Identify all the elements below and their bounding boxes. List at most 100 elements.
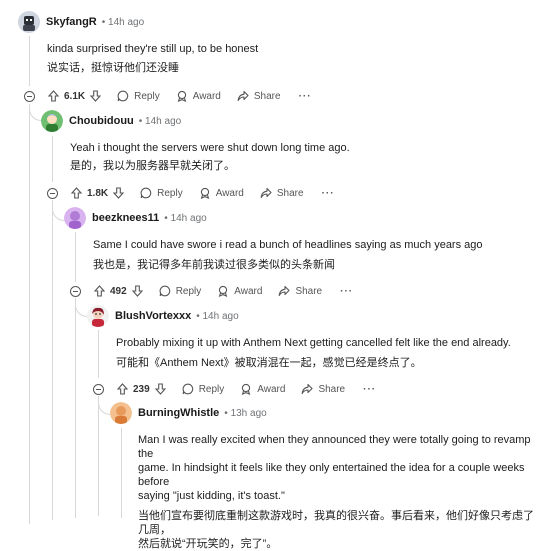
downvote-icon[interactable] [154,383,166,395]
thread-line[interactable] [52,200,53,520]
reply-button[interactable]: Reply [182,383,224,395]
timestamp: • 14h ago [138,115,182,127]
upvote-icon[interactable] [94,285,105,297]
comment-icon [140,187,152,199]
comment-icon [159,285,170,297]
comment-body: Probably mixing it up with Anthem Next g… [116,336,511,370]
comment-header: BlushVortexxx • 14h ago [87,305,239,327]
comment-thread: SkyfangR • 14h ago kinda surprised they'… [0,0,550,550]
username[interactable]: BlushVortexxx [115,310,191,322]
collapse-icon[interactable] [24,90,35,102]
award-icon [242,383,251,395]
upvote-icon[interactable] [48,90,59,102]
share-button[interactable]: Share [301,383,345,395]
comment-text-en: Yeah i thought the servers were shut dow… [70,142,350,154]
downvote-icon[interactable] [90,90,102,102]
comment-text-zh: 我也是，我记得多年前我读过很多类似的头条新闻 [93,259,335,271]
award-button[interactable]: Award [217,285,262,297]
comment-text-zh: 可能和《Anthem Next》被取消混在一起，感觉已经是终点了。 [116,357,422,369]
award-icon [177,90,186,102]
more-options-icon[interactable]: ··· [322,188,335,199]
comment-text-en-line: saying "just kidding, it's toast." [138,490,285,502]
comment-icon [117,90,129,102]
upvote-icon[interactable] [71,187,82,199]
comment-text-zh: 说实话，挺惊讶他们还没睡 [47,62,179,74]
timestamp: • 14h ago [164,212,207,224]
thread-line[interactable] [75,298,76,518]
comment-actions: 6.1K Reply Award Share ··· [24,87,312,105]
timestamp: • 14h ago [101,16,145,28]
share-icon [279,285,290,297]
comment-body: Yeah i thought the servers were shut dow… [70,141,350,173]
comment-text-zh-line: 然后就说“开玩笑的，完了”。 [138,538,278,550]
vote-count: 492 [110,285,127,297]
avatar[interactable] [110,402,132,424]
comment-header: Choubidouu • 14h ago [41,110,181,132]
thread-line[interactable] [98,330,99,378]
vote-count: 6.1K [64,90,86,102]
avatar[interactable] [18,11,40,33]
share-icon [302,383,313,395]
more-options-icon[interactable]: ··· [340,286,353,297]
thread-line[interactable] [75,232,76,282]
avatar[interactable] [64,207,86,229]
avatar[interactable] [87,305,109,327]
more-options-icon[interactable]: ··· [363,384,376,395]
username[interactable]: Choubidouu [69,115,134,127]
vote-group: 6.1K [48,90,102,102]
upvote-icon[interactable] [117,383,128,395]
vote-count: 1.8K [87,187,109,199]
award-icon [219,285,228,297]
username[interactable]: beezknees11 [92,212,159,224]
comment-text-en: Same I could have swore i read a bunch o… [93,239,483,251]
vote-group: 1.8K [71,187,125,199]
award-icon [200,187,209,199]
comment-header: beezknees11 • 14h ago [64,207,207,229]
share-button[interactable]: Share [260,187,304,199]
downvote-icon[interactable] [131,285,143,297]
vote-count: 239 [133,383,150,395]
share-icon [237,90,249,102]
award-button[interactable]: Award [240,383,285,395]
comment-actions: 492 Reply Award Share ··· [70,282,353,300]
comment-header: SkyfangR • 14h ago [18,11,144,33]
share-icon [260,187,272,199]
reply-button[interactable]: Reply [159,285,201,297]
comment-text-en: kinda surprised they're still up, to be … [47,43,259,55]
timestamp: • 14h ago [196,310,239,322]
comment-icon [182,383,193,395]
comment-body: Same I could have swore i read a bunch o… [93,238,483,272]
award-button[interactable]: Award [176,90,221,102]
share-button[interactable]: Share [278,285,322,297]
thread-line[interactable] [29,104,30,524]
collapse-icon[interactable] [93,383,104,395]
reply-button[interactable]: Reply [117,90,160,102]
comment-actions: 239 Reply Award Share ··· [93,380,376,398]
avatar[interactable] [41,110,63,132]
comment-text-en-line: Man I was really excited when they annou… [138,434,531,460]
thread-line[interactable] [52,136,53,182]
thread-line[interactable] [29,36,30,86]
thread-line[interactable] [121,428,122,518]
comment-header: BurningWhistle • 13h ago [110,402,267,424]
vote-group: 239 [117,383,166,395]
collapse-icon[interactable] [47,187,58,199]
username[interactable]: BurningWhistle [138,407,219,419]
vote-group: 492 [94,285,143,297]
comment-body: Man I was really excited when they annou… [138,433,538,551]
comment-text-zh-line: 当他们宣布要彻底重制这款游戏时，我真的很兴奋。事后看来，他们好像只考虑了几周， [138,510,534,536]
share-button[interactable]: Share [237,90,281,102]
timestamp: • 13h ago [224,407,267,419]
username[interactable]: SkyfangR [46,16,97,28]
award-button[interactable]: Award [199,187,244,199]
collapse-icon[interactable] [70,285,81,297]
comment-text-en-line: game. In hindsight it feels like they on… [138,462,525,488]
comment-body: kinda surprised they're still up, to be … [47,42,258,75]
reply-button[interactable]: Reply [140,187,183,199]
more-options-icon[interactable]: ··· [299,91,312,102]
comment-text-en: Probably mixing it up with Anthem Next g… [116,337,511,349]
comment-actions: 1.8K Reply Award Share ··· [47,184,335,202]
downvote-icon[interactable] [113,187,125,199]
comment-text-zh: 是的，我以为服务器早就关闭了。 [70,160,235,172]
thread-line[interactable] [98,396,99,516]
